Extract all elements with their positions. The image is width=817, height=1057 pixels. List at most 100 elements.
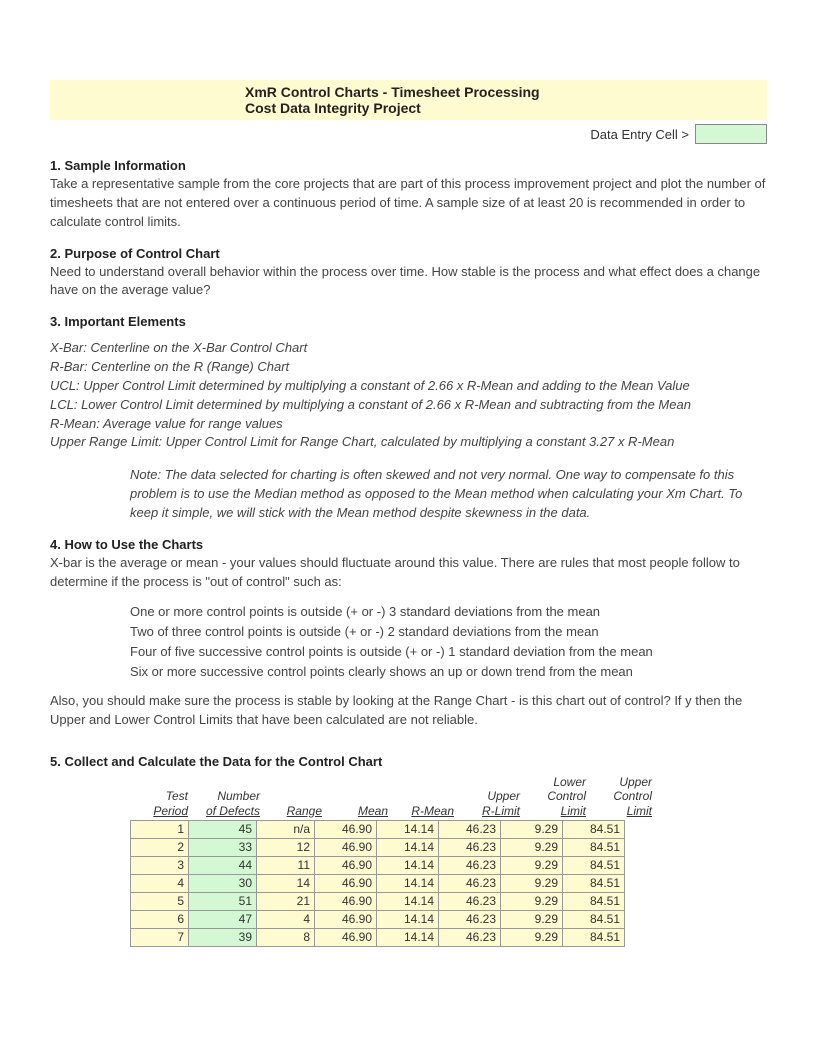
data-entry-row: Data Entry Cell > [50, 124, 767, 144]
table-row: 647446.9014.1446.239.2984.51 [131, 910, 625, 928]
cell-mean: 46.90 [315, 820, 377, 838]
cell-ucl: 84.51 [563, 874, 625, 892]
rules-block: One or more control points is outside (+… [130, 602, 767, 683]
def-lcl: LCL: Lower Control Limit determined by m… [50, 396, 767, 415]
cell-range: 12 [257, 838, 315, 856]
cell-lcl: 9.29 [501, 838, 563, 856]
title-bar: XmR Control Charts - Timesheet Processin… [50, 80, 767, 120]
cell-lcl: 9.29 [501, 820, 563, 838]
cell-rmean: 14.14 [377, 928, 439, 946]
cell-ucl: 84.51 [563, 820, 625, 838]
data-entry-label: Data Entry Cell > [590, 127, 689, 142]
cell-ucl: 84.51 [563, 838, 625, 856]
cell-rmean: 14.14 [377, 892, 439, 910]
section-2-heading: 2. Purpose of Control Chart [50, 246, 767, 261]
cell-rmean: 14.14 [377, 838, 439, 856]
section-1-text: Take a representative sample from the co… [50, 175, 767, 232]
th-r-mean: R-Mean [392, 775, 458, 820]
cell-upper-r-limit: 46.23 [439, 856, 501, 874]
table-row: 5512146.9014.1446.239.2984.51 [131, 892, 625, 910]
data-table: 145n/a46.9014.1446.239.2984.512331246.90… [130, 820, 625, 947]
cell-ucl: 84.51 [563, 856, 625, 874]
cell-defects[interactable]: 30 [189, 874, 257, 892]
cell-upper-r-limit: 46.23 [439, 928, 501, 946]
cell-ucl: 84.51 [563, 910, 625, 928]
cell-range: 21 [257, 892, 315, 910]
table-row: 739846.9014.1446.239.2984.51 [131, 928, 625, 946]
section-3-heading: 3. Important Elements [50, 314, 767, 329]
th-range: Range [264, 775, 326, 820]
table-header-row: Test Period Number of Defects Range Mean… [130, 775, 767, 820]
cell-lcl: 9.29 [501, 910, 563, 928]
cell-defects[interactable]: 44 [189, 856, 257, 874]
section-1-heading: 1. Sample Information [50, 158, 767, 173]
definitions-block: X-Bar: Centerline on the X-Bar Control C… [50, 339, 767, 452]
cell-lcl: 9.29 [501, 892, 563, 910]
cell-upper-r-limit: 46.23 [439, 910, 501, 928]
section-4-heading: 4. How to Use the Charts [50, 537, 767, 552]
def-xbar: X-Bar: Centerline on the X-Bar Control C… [50, 339, 767, 358]
cell-defects[interactable]: 39 [189, 928, 257, 946]
th-lower-control-limit: Lower Control Limit [524, 775, 590, 820]
th-upper-control-limit: Upper Control Limit [590, 775, 656, 820]
cell-mean: 46.90 [315, 892, 377, 910]
cell-lcl: 9.29 [501, 928, 563, 946]
data-entry-cell[interactable] [695, 124, 767, 144]
cell-mean: 46.90 [315, 910, 377, 928]
document-page: XmR Control Charts - Timesheet Processin… [0, 0, 817, 987]
cell-upper-r-limit: 46.23 [439, 820, 501, 838]
cell-upper-r-limit: 46.23 [439, 892, 501, 910]
cell-ucl: 84.51 [563, 928, 625, 946]
cell-period: 2 [131, 838, 189, 856]
cell-mean: 46.90 [315, 856, 377, 874]
def-rbar: R-Bar: Centerline on the R (Range) Chart [50, 358, 767, 377]
cell-period: 4 [131, 874, 189, 892]
cell-period: 5 [131, 892, 189, 910]
cell-ucl: 84.51 [563, 892, 625, 910]
cell-defects[interactable]: 51 [189, 892, 257, 910]
cell-lcl: 9.29 [501, 874, 563, 892]
table-row: 2331246.9014.1446.239.2984.51 [131, 838, 625, 856]
cell-rmean: 14.14 [377, 910, 439, 928]
section-5-heading: 5. Collect and Calculate the Data for th… [50, 754, 767, 769]
table-row: 4301446.9014.1446.239.2984.51 [131, 874, 625, 892]
cell-lcl: 9.29 [501, 856, 563, 874]
cell-range: 4 [257, 910, 315, 928]
rule-4: Six or more successive control points cl… [130, 662, 767, 682]
cell-defects[interactable]: 33 [189, 838, 257, 856]
cell-period: 7 [131, 928, 189, 946]
cell-period: 3 [131, 856, 189, 874]
note-block: Note: The data selected for charting is … [130, 466, 767, 523]
th-mean: Mean [326, 775, 392, 820]
def-rmean: R-Mean: Average value for range values [50, 415, 767, 434]
cell-range: 11 [257, 856, 315, 874]
cell-mean: 46.90 [315, 874, 377, 892]
cell-mean: 46.90 [315, 838, 377, 856]
cell-rmean: 14.14 [377, 856, 439, 874]
th-upper-r-limit: Upper R-Limit [458, 775, 524, 820]
th-number-of-defects: Number of Defects [192, 775, 264, 820]
section-4-intro: X-bar is the average or mean - your valu… [50, 554, 767, 592]
data-table-wrap: Test Period Number of Defects Range Mean… [130, 775, 767, 947]
cell-rmean: 14.14 [377, 874, 439, 892]
table-row: 145n/a46.9014.1446.239.2984.51 [131, 820, 625, 838]
cell-defects[interactable]: 45 [189, 820, 257, 838]
cell-range: 14 [257, 874, 315, 892]
section-4-outro: Also, you should make sure the process i… [50, 692, 767, 730]
cell-rmean: 14.14 [377, 820, 439, 838]
cell-upper-r-limit: 46.23 [439, 838, 501, 856]
cell-defects[interactable]: 47 [189, 910, 257, 928]
th-test-period: Test Period [130, 775, 192, 820]
def-upper-range-limit: Upper Range Limit: Upper Control Limit f… [50, 433, 767, 452]
def-ucl: UCL: Upper Control Limit determined by m… [50, 377, 767, 396]
cell-period: 6 [131, 910, 189, 928]
rule-2: Two of three control points is outside (… [130, 622, 767, 642]
cell-range: n/a [257, 820, 315, 838]
rule-3: Four of five successive control points i… [130, 642, 767, 662]
cell-mean: 46.90 [315, 928, 377, 946]
cell-range: 8 [257, 928, 315, 946]
section-2-text: Need to understand overall behavior with… [50, 263, 767, 301]
table-row: 3441146.9014.1446.239.2984.51 [131, 856, 625, 874]
cell-upper-r-limit: 46.23 [439, 874, 501, 892]
rule-1: One or more control points is outside (+… [130, 602, 767, 622]
